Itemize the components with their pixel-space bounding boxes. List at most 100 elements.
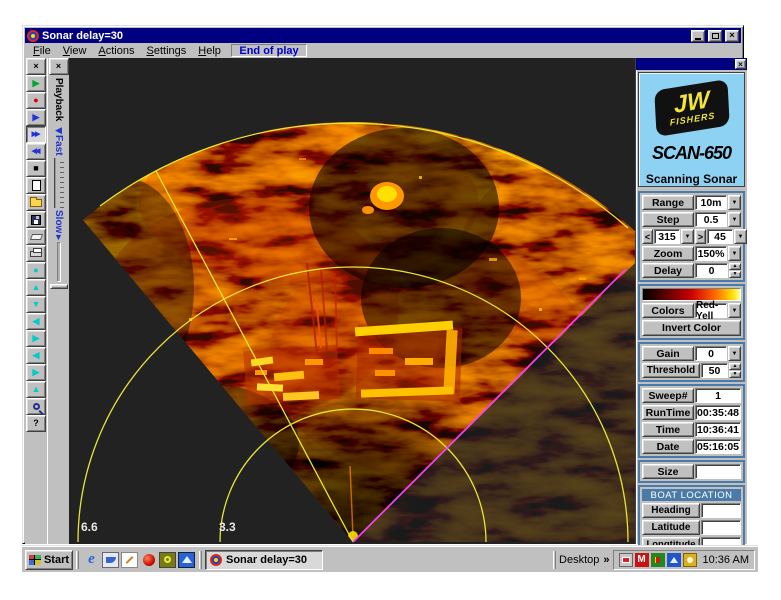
threshold-spin-up-button[interactable]: ▲ [729,363,741,370]
app-icon [27,29,39,42]
sweep-button[interactable]: Sweep# [642,388,694,403]
range-dropdown-button[interactable]: ▼ [728,195,741,210]
pan-left-button[interactable]: ◀ [26,313,46,330]
erase-button[interactable] [26,228,46,245]
sweep-right-button[interactable]: ▶ [26,364,46,381]
bearing-start-dropdown-button[interactable]: ▼ [681,229,694,244]
media-player-icon[interactable] [159,551,176,568]
pan-up-button[interactable]: ▲ [26,279,46,296]
imaging-icon[interactable] [178,551,195,568]
show-desktop-icon[interactable] [102,551,119,568]
heading-button[interactable]: Heading [642,503,700,518]
start-button[interactable]: Start [25,549,73,570]
save-file-button[interactable] [26,211,46,228]
delay-button[interactable]: Delay [642,263,694,278]
gain-dropdown-button[interactable]: ▼ [728,346,741,361]
close-playback-panel-button[interactable]: × [48,58,69,75]
menu-view[interactable]: View [57,45,93,57]
sonar-control-panel: × JW FISHERS SCAN-650 Scanning Sonar Ran… [635,58,747,556]
zoom-tool-button[interactable] [26,398,46,415]
menu-actions[interactable]: Actions [92,45,140,57]
colors-tray-icon[interactable] [650,552,665,567]
gain-button[interactable]: Gain [642,346,694,361]
menu-settings[interactable]: Settings [141,45,193,57]
internet-explorer-icon[interactable]: e [83,551,100,568]
threshold-value[interactable]: 50 [701,363,728,378]
runtime-button[interactable]: RunTime [642,405,694,420]
close-button[interactable]: × [725,29,739,42]
menu-file[interactable]: File [27,45,57,57]
bearing-end-dropdown-button[interactable]: ▼ [734,229,747,244]
speed-slider-track[interactable] [53,157,64,208]
bearing-right-button[interactable]: > [695,229,706,244]
sonar-task-button[interactable]: Sonar delay=30 [205,549,323,570]
minimize-button[interactable] [691,29,705,42]
step-dropdown-button[interactable]: ▼ [728,212,741,227]
colors-dropdown-button[interactable]: ▼ [728,303,741,318]
threshold-button[interactable]: Threshold [642,363,700,378]
range-button[interactable]: Range [642,195,694,210]
desktop-label[interactable]: Desktop [559,554,599,566]
toolbar-grip[interactable] [76,550,79,569]
sweep-up-button[interactable]: ▲ [26,381,46,398]
stop-button[interactable]: ■ [26,160,46,177]
date-button[interactable]: Date [642,439,694,454]
context-help-button[interactable]: ? [26,415,46,432]
range-value[interactable]: 10m [695,195,727,210]
zoom-dropdown-button[interactable]: ▼ [728,246,741,261]
gain-value[interactable]: 0 [695,346,727,361]
size-button[interactable]: Size [642,464,694,479]
latitude-button[interactable]: Latitude [642,520,700,535]
readout-group: Sweep# 1 RunTime 00:35:48 Time 10:36:41 … [638,384,745,458]
play-button[interactable]: ▶ [26,75,46,92]
slow-arrow-icon: ▼ [54,232,63,243]
sonar-display[interactable]: 6.6 3.3 [69,58,635,544]
marker-button[interactable]: ● [26,262,46,279]
zoom-value[interactable]: 150% [695,246,727,261]
sweep-right-icon: ▶ [32,367,40,377]
toolbar-grip[interactable] [199,550,202,569]
notes-icon[interactable] [121,551,138,568]
colors-value[interactable]: Red-Yell [695,300,727,322]
display-tray-icon[interactable] [618,552,633,567]
colors-button[interactable]: Colors [642,303,694,318]
threshold-spin-down-button[interactable]: ▼ [729,371,741,378]
blue-app-tray-icon[interactable] [666,552,681,567]
pan-right-button[interactable]: ▶ [26,330,46,347]
panel-close-button[interactable]: × [735,59,746,69]
record-icon: ● [33,95,39,105]
sweep-left-button[interactable]: ◀ [26,347,46,364]
chevron-icon[interactable]: » [603,554,609,566]
open-file-button[interactable] [26,194,46,211]
window-title: Sonar delay=30 [42,29,124,42]
print-button[interactable] [26,245,46,262]
step-value[interactable]: 0.5 [695,212,727,227]
time-button[interactable]: Time [642,422,694,437]
step-forward-icon: ▶ [32,112,40,122]
scheduler-tray-icon[interactable] [682,552,697,567]
pan-down-button[interactable]: ▼ [26,296,46,313]
record-button[interactable]: ● [26,92,46,109]
delay-spin-up-button[interactable]: ▲ [729,263,741,270]
bearing-end-value[interactable]: 45 [707,229,733,244]
toolbar-grip[interactable] [553,550,557,569]
delay-spin-down-button[interactable]: ▼ [729,271,741,278]
fast-forward-button[interactable]: ▶▶ [26,126,46,143]
restore-button[interactable] [708,29,722,42]
new-file-button[interactable] [26,177,46,194]
red-orb-icon[interactable] [140,552,157,568]
speed-slider-groove[interactable] [56,242,61,283]
zoom-button[interactable]: Zoom [642,246,694,261]
delay-value[interactable]: 0 [695,263,728,278]
menu-help[interactable]: Help [192,45,227,57]
speed-slider-thumb[interactable] [49,284,68,290]
rewind-button[interactable]: ◀◀ [26,143,46,160]
invert-color-button[interactable]: Invert Color [642,320,741,336]
bearing-left-button[interactable]: < [642,229,653,244]
step-forward-button[interactable]: ▶ [26,109,46,126]
close-toolbar-button[interactable]: × [26,58,46,75]
mcafee-tray-icon[interactable]: M [634,552,649,567]
taskbar-clock[interactable]: 10:36 AM [703,554,749,566]
step-button[interactable]: Step [642,212,694,227]
bearing-start-value[interactable]: 315 [654,229,680,244]
